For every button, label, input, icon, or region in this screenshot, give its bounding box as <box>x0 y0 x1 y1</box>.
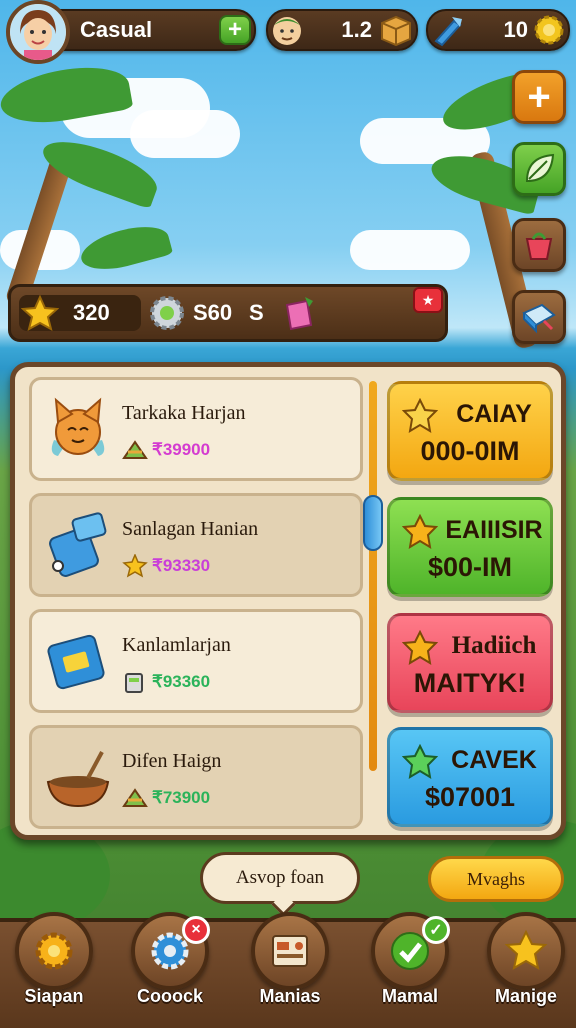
basket-icon <box>525 232 553 260</box>
offer-value: 000-0IM <box>420 436 520 466</box>
gear-icon <box>35 932 73 970</box>
card-icon <box>47 634 105 690</box>
resource-2-value: 10 <box>503 17 528 42</box>
character-icon <box>273 17 301 45</box>
player-avatar[interactable] <box>6 0 70 64</box>
leaf-button[interactable] <box>512 142 566 196</box>
offer-title: CAIAY <box>456 400 532 428</box>
nav-item-manige[interactable]: Manige <box>486 912 566 1007</box>
offer-value: MAITYK! <box>413 668 527 698</box>
nav-button[interactable] <box>487 912 565 990</box>
nav-item-mamal[interactable]: Mamal ✓ <box>370 912 450 1007</box>
nav-button[interactable] <box>251 912 329 990</box>
palm-leaf <box>76 218 174 278</box>
book-icon <box>522 303 556 334</box>
cloud <box>130 110 240 158</box>
cake-icon <box>122 788 148 807</box>
star-icon <box>402 398 438 433</box>
tool-icon <box>434 17 462 47</box>
basket-button[interactable] <box>512 218 566 272</box>
add-mode-button[interactable]: + <box>219 15 251 45</box>
plus-icon: + <box>227 16 242 43</box>
close-badge-icon[interactable]: × <box>182 916 210 944</box>
book-button[interactable] <box>512 290 566 344</box>
shop-item[interactable]: Difen Haign ₹73900 <box>29 725 363 829</box>
bowl-icon <box>46 751 110 808</box>
stars-value: 320 <box>73 300 110 325</box>
item-price: ₹73900 <box>152 788 211 807</box>
leaf-icon <box>525 153 555 183</box>
add-button[interactable]: + <box>512 70 566 124</box>
resource-1-value: 1.2 <box>341 17 372 42</box>
nav-item-manias[interactable]: Manias <box>250 912 330 1007</box>
resource-pill-2[interactable]: 10 <box>426 9 570 51</box>
item-name: Kanlamlarjan <box>122 634 231 656</box>
nav-label: Manias <box>259 986 321 1006</box>
shop-item[interactable]: Sanlagan Hanian ₹93330 <box>29 493 363 597</box>
gift-bag-icon <box>285 297 313 331</box>
offer-title: EAIIISIR <box>445 516 543 544</box>
gear-icon <box>534 15 564 45</box>
nav-button[interactable] <box>15 912 93 990</box>
tooltip-bubble: Asvop foan <box>200 852 360 904</box>
offer-value: $00-IM <box>427 552 513 582</box>
item-price: ₹39900 <box>152 440 211 459</box>
item-price: ₹93360 <box>152 672 211 691</box>
star-icon <box>402 744 438 779</box>
offer-title: CAVEK <box>451 746 537 774</box>
map-icon <box>272 935 308 967</box>
offer-button[interactable]: Hadiich MAITYK! <box>387 613 553 713</box>
plus-icon: + <box>527 75 551 119</box>
item-name: Sanlagan Hanian <box>122 518 259 540</box>
scrollbar-track[interactable] <box>369 381 377 771</box>
item-name: Tarkaka Harjan <box>122 402 246 424</box>
star-icon <box>402 630 438 665</box>
shop-panel: Tarkaka Harjan ₹39900 Sanlagan Hanian ₹9… <box>10 362 566 840</box>
nav-item-siapan[interactable]: Siapan <box>14 912 94 1007</box>
star-icon: ★ <box>421 291 435 308</box>
gears-value: S60 <box>193 300 233 325</box>
item-name: Difen Haign <box>122 750 222 772</box>
offer-value: $07001 <box>424 782 516 812</box>
cloud <box>350 230 470 270</box>
star-badge-icon <box>122 554 148 578</box>
avatar-face-icon <box>10 4 66 60</box>
secondary-button-label: Mvaghs <box>467 868 525 889</box>
nav-label: Mamal <box>381 986 439 1006</box>
close-button[interactable]: ★ <box>413 287 443 313</box>
item-price: ₹93330 <box>152 556 211 575</box>
extra-value: S <box>249 300 264 325</box>
cake-icon <box>122 440 148 459</box>
star-icon <box>504 929 548 971</box>
resource-pill-1[interactable]: 1.2 <box>266 9 418 51</box>
check-badge-icon[interactable]: ✓ <box>422 916 450 944</box>
offer-button[interactable]: EAIIISIR $00-IM <box>387 497 553 597</box>
star-icon <box>402 514 438 549</box>
shop-item[interactable]: Kanlamlarjan ₹93360 <box>29 609 363 713</box>
offer-button[interactable]: CAVEK $07001 <box>387 727 553 827</box>
mode-label: Casual <box>80 17 153 42</box>
nav-item-cooock[interactable]: Cooock × <box>130 912 210 1007</box>
nav-label: Cooock <box>136 986 203 1006</box>
shop-item[interactable]: Tarkaka Harjan ₹39900 <box>29 377 363 481</box>
nav-label: Siapan <box>24 986 84 1006</box>
gear-icon <box>150 296 184 330</box>
offer-button[interactable]: CAIAY 000-0IM <box>387 381 553 481</box>
nav-label: Manige <box>494 986 557 1006</box>
crate-icon <box>381 15 411 47</box>
stars-counter: 320 <box>19 295 141 331</box>
battery-icon <box>125 673 143 693</box>
resources-bar: 320 S60 S ★ <box>8 284 448 342</box>
tooltip-text: Asvop foan <box>235 867 325 888</box>
scrollbar-thumb[interactable] <box>363 495 383 551</box>
fox-icon <box>51 397 105 456</box>
offer-title: Hadiich <box>451 632 537 659</box>
device-icon <box>49 512 107 577</box>
secondary-button[interactable]: Mvaghs <box>428 856 564 902</box>
star-icon <box>21 295 59 331</box>
